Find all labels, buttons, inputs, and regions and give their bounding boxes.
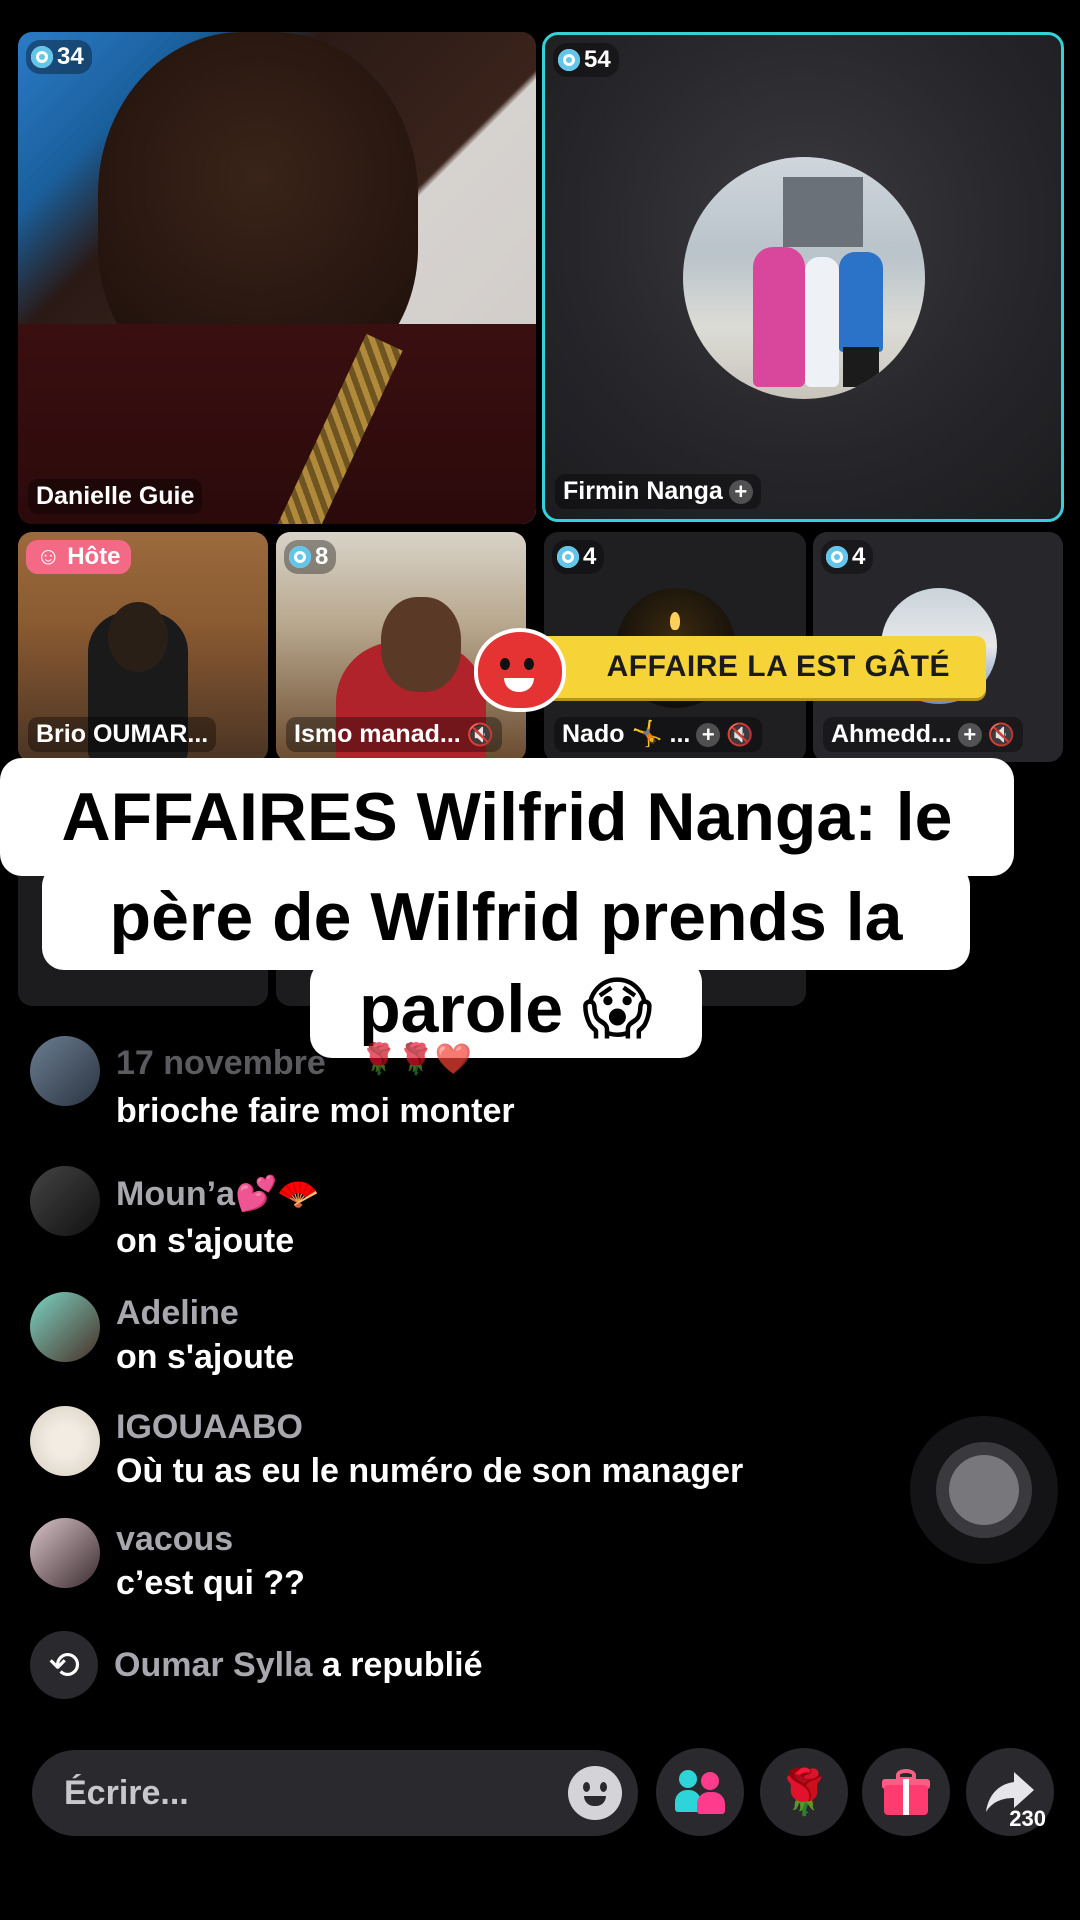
- gem-icon: [557, 546, 579, 568]
- viewer-count: 4: [583, 543, 597, 570]
- live-stream-screen: 34 Danielle Guie 54 Firmin Nanga + ☺ Hôt…: [0, 0, 1080, 1920]
- participant-name-text: Nado 🤸 ...: [562, 720, 691, 748]
- share-button[interactable]: 230: [966, 1748, 1054, 1836]
- participant-name: Nado 🤸 ... + 🔇: [554, 717, 762, 752]
- video-frame-head: [108, 602, 168, 672]
- share-count: 230: [1009, 1806, 1046, 1831]
- caption-text: parole 😱: [359, 971, 653, 1047]
- gem-icon: [31, 46, 53, 68]
- gem-icon: [558, 49, 580, 71]
- guests-icon-part: [701, 1772, 719, 1790]
- avatar-photo-figure: [805, 257, 839, 387]
- floating-button-core: [949, 1455, 1019, 1525]
- avatar-photo-figure: [753, 247, 805, 387]
- comment-field[interactable]: [32, 1750, 638, 1836]
- participant-name: Brio OUMAR...: [28, 717, 217, 752]
- gift-button[interactable]: [862, 1748, 950, 1836]
- repost-action: a republié: [321, 1645, 483, 1684]
- mic-muted-icon: 🔇: [466, 721, 495, 747]
- video-tile-host[interactable]: ☺ Hôte Brio OUMAR...: [18, 532, 268, 762]
- comment-text: on s'ajoute: [116, 1222, 295, 1260]
- participant-name-text: Brio OUMAR...: [36, 720, 209, 748]
- follow-plus-icon[interactable]: +: [696, 722, 721, 747]
- bottom-bar: 🌹 230: [0, 1748, 1080, 1840]
- avatar[interactable]: [30, 1036, 100, 1106]
- participant-name-text: Firmin Nanga: [563, 477, 723, 505]
- viewer-count: 8: [315, 543, 329, 570]
- avatar[interactable]: [30, 1166, 100, 1236]
- participant-avatar: [683, 157, 925, 399]
- comment-text: brioche faire moi monter: [116, 1092, 515, 1130]
- comment-text: Où tu as eu le numéro de son manager: [116, 1452, 744, 1490]
- candle-flame: [670, 612, 680, 630]
- rose-icon: 🌹: [776, 1768, 832, 1817]
- follow-plus-icon[interactable]: +: [728, 479, 753, 504]
- participant-name: Ismo manad... 🔇: [286, 717, 503, 752]
- host-badge-label: Hôte: [67, 543, 121, 570]
- comment-username[interactable]: IGOUAABO: [116, 1408, 303, 1447]
- heart-mascot-icon: [474, 628, 566, 712]
- viewer-count-badge: 4: [821, 540, 874, 574]
- video-tile-danielle[interactable]: 34 Danielle Guie: [18, 32, 536, 524]
- guests-icon: [675, 1770, 725, 1814]
- repost-text: Oumar Sylla a republié: [114, 1646, 482, 1685]
- participant-name: Firmin Nanga +: [555, 474, 761, 509]
- viewer-count-badge: 8: [284, 540, 337, 574]
- comment-input[interactable]: [62, 1772, 568, 1814]
- video-tile-firmin[interactable]: 54 Firmin Nanga +: [542, 32, 1064, 522]
- sticker-banner-text: AFFAIRE LA EST GÂTÉ: [606, 650, 950, 683]
- participant-name-text: Ahmedd...: [831, 720, 952, 748]
- avatar[interactable]: [30, 1406, 100, 1476]
- viewer-count: 34: [57, 43, 84, 70]
- repost-notice: ⟲ Oumar Sylla a republié: [30, 1630, 482, 1700]
- gift-icon-part: [903, 1779, 909, 1815]
- avatar-photo-figure: [843, 347, 879, 387]
- follow-plus-icon[interactable]: +: [957, 722, 982, 747]
- caption-line: père de Wilfrid prends la: [42, 864, 970, 970]
- comment-text: c’est qui ??: [116, 1564, 305, 1602]
- host-badge: ☺ Hôte: [26, 540, 131, 574]
- gift-icon: [882, 1769, 930, 1815]
- emoji-icon[interactable]: [568, 1766, 622, 1820]
- guests-icon-part: [697, 1792, 725, 1814]
- comment-username[interactable]: Moun’a💕🪭: [116, 1174, 320, 1214]
- host-icon: ☺: [36, 543, 61, 570]
- comment-text: on s'ajoute: [116, 1338, 295, 1376]
- guests-icon-part: [679, 1770, 697, 1788]
- video-frame-head: [381, 597, 461, 692]
- comment-username[interactable]: 17 novembre: [116, 1044, 326, 1083]
- gem-icon: [826, 546, 848, 568]
- caption-text: père de Wilfrid prends la: [109, 879, 903, 955]
- avatar[interactable]: [30, 1518, 100, 1588]
- participant-name-text: Danielle Guie: [36, 482, 195, 510]
- viewer-count: 4: [852, 543, 866, 570]
- participant-name: Danielle Guie: [28, 479, 203, 514]
- caption-line: AFFAIRES Wilfrid Nanga: le: [0, 758, 1014, 876]
- gem-icon: [289, 546, 311, 568]
- viewer-count: 54: [584, 46, 611, 73]
- rose-gift-button[interactable]: 🌹: [760, 1748, 848, 1836]
- viewer-count-badge: 4: [552, 540, 605, 574]
- repost-username[interactable]: Oumar Sylla: [114, 1646, 312, 1684]
- viewer-count-badge: 34: [26, 40, 92, 74]
- mic-muted-icon: 🔇: [987, 721, 1016, 747]
- comment-username[interactable]: vacous: [116, 1520, 233, 1559]
- viewer-count-badge: 54: [553, 43, 619, 77]
- avatar-photo-figure: [839, 252, 883, 352]
- floating-button-ring: [936, 1442, 1032, 1538]
- comment-username[interactable]: Adeline: [116, 1294, 239, 1333]
- mic-muted-icon: 🔇: [726, 721, 754, 747]
- caption-text: AFFAIRES Wilfrid Nanga: le: [61, 779, 953, 855]
- repost-icon: ⟲: [30, 1631, 98, 1699]
- comment-decoration: 🌹🌹❤️: [360, 1043, 473, 1076]
- participant-name-text: Ismo manad...: [294, 720, 461, 748]
- avatar-photo-bg: [783, 177, 863, 247]
- avatar[interactable]: [30, 1292, 100, 1362]
- participant-name: Ahmedd... + 🔇: [823, 717, 1024, 752]
- floating-assistive-button[interactable]: [910, 1416, 1058, 1564]
- guests-button[interactable]: [656, 1748, 744, 1836]
